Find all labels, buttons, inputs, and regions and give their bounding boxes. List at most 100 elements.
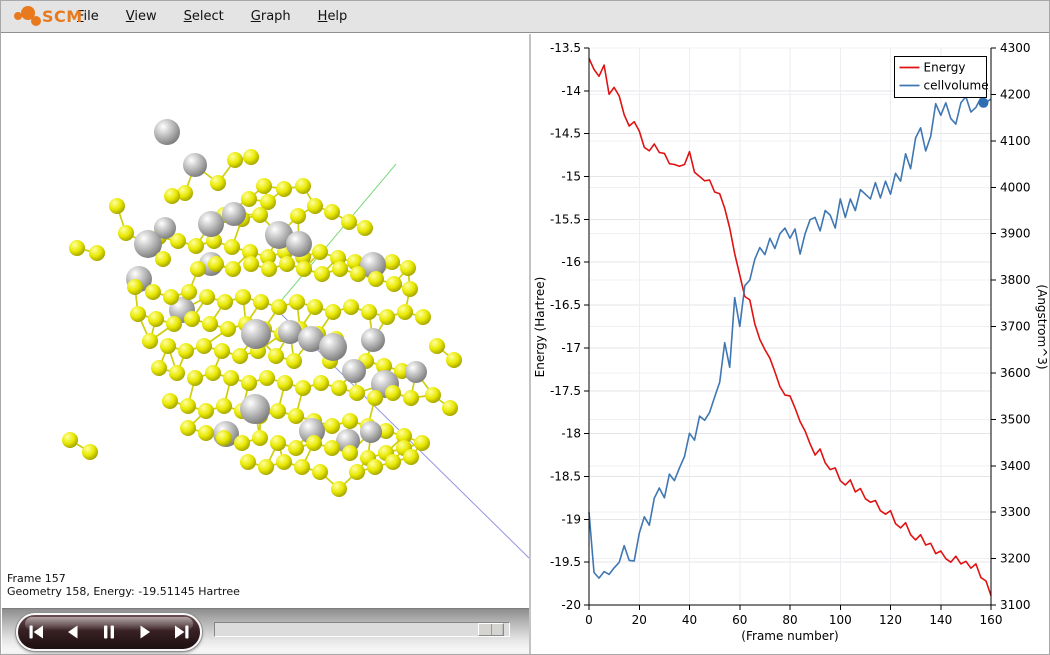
svg-text:120: 120: [879, 613, 902, 627]
yellow-atom: [290, 208, 306, 224]
x-axis-label: (Frame number): [741, 629, 838, 643]
yellow-atom: [258, 459, 274, 475]
molecule-3d-view[interactable]: [2, 34, 529, 608]
player-button-group: [16, 613, 202, 651]
yellow-atom: [164, 188, 180, 204]
yellow-atom: [256, 178, 272, 194]
yellow-atom: [69, 240, 85, 256]
app-window: SCM File View Select Graph Help Frame 15…: [0, 0, 1050, 655]
yellow-atom: [385, 454, 401, 470]
frame-status-line2: Geometry 158, Energy: -19.51145 Hartree: [7, 585, 240, 598]
yellow-atom: [268, 348, 284, 364]
yellow-atom: [241, 191, 257, 207]
player-controls: [2, 608, 529, 655]
svg-text:-19: -19: [561, 512, 581, 526]
svg-text:4300: 4300: [1000, 41, 1031, 55]
svg-text:4100: 4100: [1000, 134, 1031, 148]
yellow-atom: [357, 220, 373, 236]
menu-graph[interactable]: Graph: [251, 9, 291, 24]
yellow-atom: [446, 352, 462, 368]
yellow-atom: [240, 454, 256, 470]
svg-text:3700: 3700: [1000, 320, 1031, 334]
yellow-atom: [216, 398, 232, 414]
yellow-atom: [109, 198, 125, 214]
yellow-atom: [295, 380, 311, 396]
svg-text:80: 80: [782, 613, 797, 627]
scm-logo-dot-icon: [31, 16, 41, 26]
yellow-atom: [402, 281, 418, 297]
legend-entry: cellvolume: [924, 79, 989, 93]
yellow-atom: [384, 254, 400, 270]
svg-text:-17: -17: [561, 341, 581, 355]
yellow-atom: [331, 380, 347, 396]
svg-text:-14: -14: [561, 84, 581, 98]
chart-panel: -13.5-14-14.5-15-15.5-16-16.5-17-17.5-18…: [532, 34, 1049, 655]
yellow-atom: [166, 316, 182, 332]
yellow-atom: [313, 375, 329, 391]
yellow-atom: [252, 207, 268, 223]
svg-text:3400: 3400: [1000, 459, 1031, 473]
yellow-atom: [225, 261, 241, 277]
left-axis-tick-labels: -13.5-14-14.5-15-15.5-16-16.5-17-17.5-18…: [550, 41, 581, 612]
pause-button[interactable]: [91, 615, 127, 649]
svg-text:4200: 4200: [1000, 87, 1031, 101]
yellow-atom: [259, 370, 275, 386]
yellow-atom: [312, 464, 328, 480]
cell-vector-lines: [275, 164, 529, 558]
yellow-atom: [342, 445, 358, 461]
yellow-atom: [253, 294, 269, 310]
yellow-atom: [288, 440, 304, 456]
menu-view[interactable]: View: [126, 9, 157, 24]
yellow-atom: [202, 316, 218, 332]
yellow-atom: [331, 481, 347, 497]
skip-to-end-button[interactable]: [164, 615, 200, 649]
frame-slider[interactable]: [214, 622, 510, 637]
gray-atom: [286, 231, 312, 257]
yellow-atom: [324, 418, 340, 434]
yellow-atom: [385, 385, 401, 401]
menu-select[interactable]: Select: [184, 9, 224, 24]
yellow-atom: [403, 390, 419, 406]
frame-slider-handle[interactable]: [478, 623, 504, 636]
skip-to-start-icon: [26, 624, 46, 640]
yellow-atom: [294, 459, 310, 475]
yellow-atom: [276, 181, 292, 197]
molecule-viewer[interactable]: Frame 157 Geometry 158, Energy: -19.5114…: [2, 34, 529, 608]
energy-cellvolume-chart[interactable]: -13.5-14-14.5-15-15.5-16-16.5-17-17.5-18…: [532, 34, 1049, 655]
gray-atom: [241, 319, 271, 349]
yellow-atom: [214, 343, 230, 359]
yellow-atom: [296, 261, 312, 277]
menu-help[interactable]: Help: [318, 9, 348, 24]
yellow-atom: [130, 306, 146, 322]
yellow-atom: [235, 289, 251, 305]
svg-text:20: 20: [632, 613, 647, 627]
yellow-atom: [429, 338, 445, 354]
yellow-atom: [151, 360, 167, 376]
skip-to-start-button[interactable]: [18, 615, 54, 649]
yellow-atom: [184, 311, 200, 327]
gray-atom: [405, 361, 427, 383]
step-back-button[interactable]: [54, 615, 90, 649]
scm-logo: SCM: [11, 1, 77, 33]
yellow-atom: [196, 338, 212, 354]
yellow-atom: [252, 430, 268, 446]
yellow-atom: [442, 400, 458, 416]
svg-text:-19.5: -19.5: [550, 555, 581, 569]
yellow-atom: [367, 390, 383, 406]
current-frame-marker: [979, 98, 989, 108]
yellow-atom: [289, 294, 305, 310]
svg-text:-15: -15: [561, 170, 581, 184]
svg-text:40: 40: [682, 613, 697, 627]
yellow-atom: [279, 256, 295, 272]
yellow-atom: [162, 393, 178, 409]
yellow-atom: [341, 214, 357, 230]
gray-atom: [154, 217, 176, 239]
yellow-atom: [181, 284, 197, 300]
yellow-atom: [307, 299, 323, 315]
yellow-atom: [205, 365, 221, 381]
play-button[interactable]: [127, 615, 163, 649]
gray-atom: [154, 119, 180, 145]
svg-text:3200: 3200: [1000, 552, 1031, 566]
yellow-atom: [148, 311, 164, 327]
svg-text:0: 0: [585, 613, 593, 627]
